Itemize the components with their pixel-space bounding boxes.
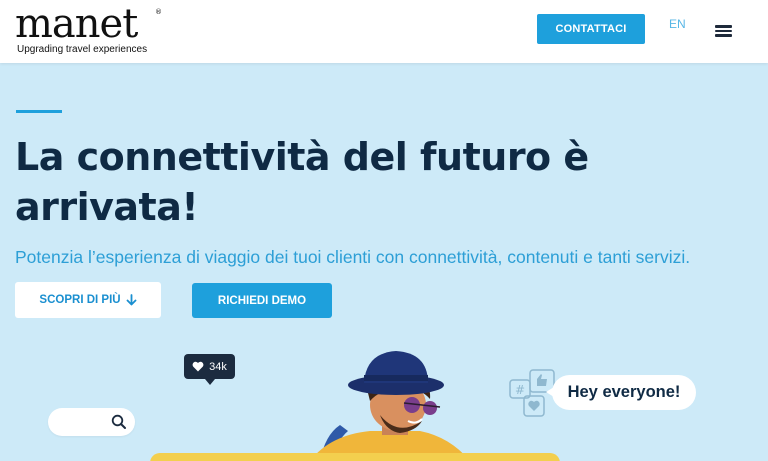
traveler-illustration bbox=[310, 351, 470, 461]
contact-button[interactable]: CONTATTACI bbox=[537, 14, 645, 44]
menu-icon[interactable] bbox=[715, 25, 732, 37]
logo-tagline: Upgrading travel experiences bbox=[17, 44, 148, 55]
logo-wordmark: manet bbox=[15, 1, 138, 47]
manet-logo[interactable]: manet ® Upgrading travel experiences bbox=[15, 1, 162, 55]
search-icon bbox=[111, 414, 126, 429]
logo-registered-mark: ® bbox=[155, 8, 162, 16]
site-header: manet ® Upgrading travel experiences CON… bbox=[0, 0, 768, 63]
speech-bubble: Hey everyone! bbox=[546, 375, 696, 410]
accent-divider bbox=[16, 110, 62, 113]
request-demo-button[interactable]: RICHIEDI DEMO bbox=[192, 283, 332, 318]
language-switch-en[interactable]: EN bbox=[669, 17, 686, 31]
heart-icon bbox=[192, 361, 204, 372]
hero-subtitle: Potenzia l’esperienza di viaggio dei tuo… bbox=[15, 247, 691, 267]
like-count-badge: 34k bbox=[184, 354, 235, 385]
discover-more-label: SCOPRI DI PIÙ bbox=[39, 294, 121, 306]
like-count: 34k bbox=[209, 360, 227, 373]
search-pill bbox=[48, 408, 135, 436]
svg-text:#: # bbox=[515, 383, 525, 397]
arrow-down-icon bbox=[126, 294, 136, 306]
hero-title: La connettività del futuro è arrivata! bbox=[15, 135, 589, 229]
discover-more-button[interactable]: SCOPRI DI PIÙ bbox=[15, 282, 161, 318]
speech-bubble-text: Hey everyone! bbox=[567, 383, 681, 401]
yellow-card-edge bbox=[150, 453, 560, 461]
